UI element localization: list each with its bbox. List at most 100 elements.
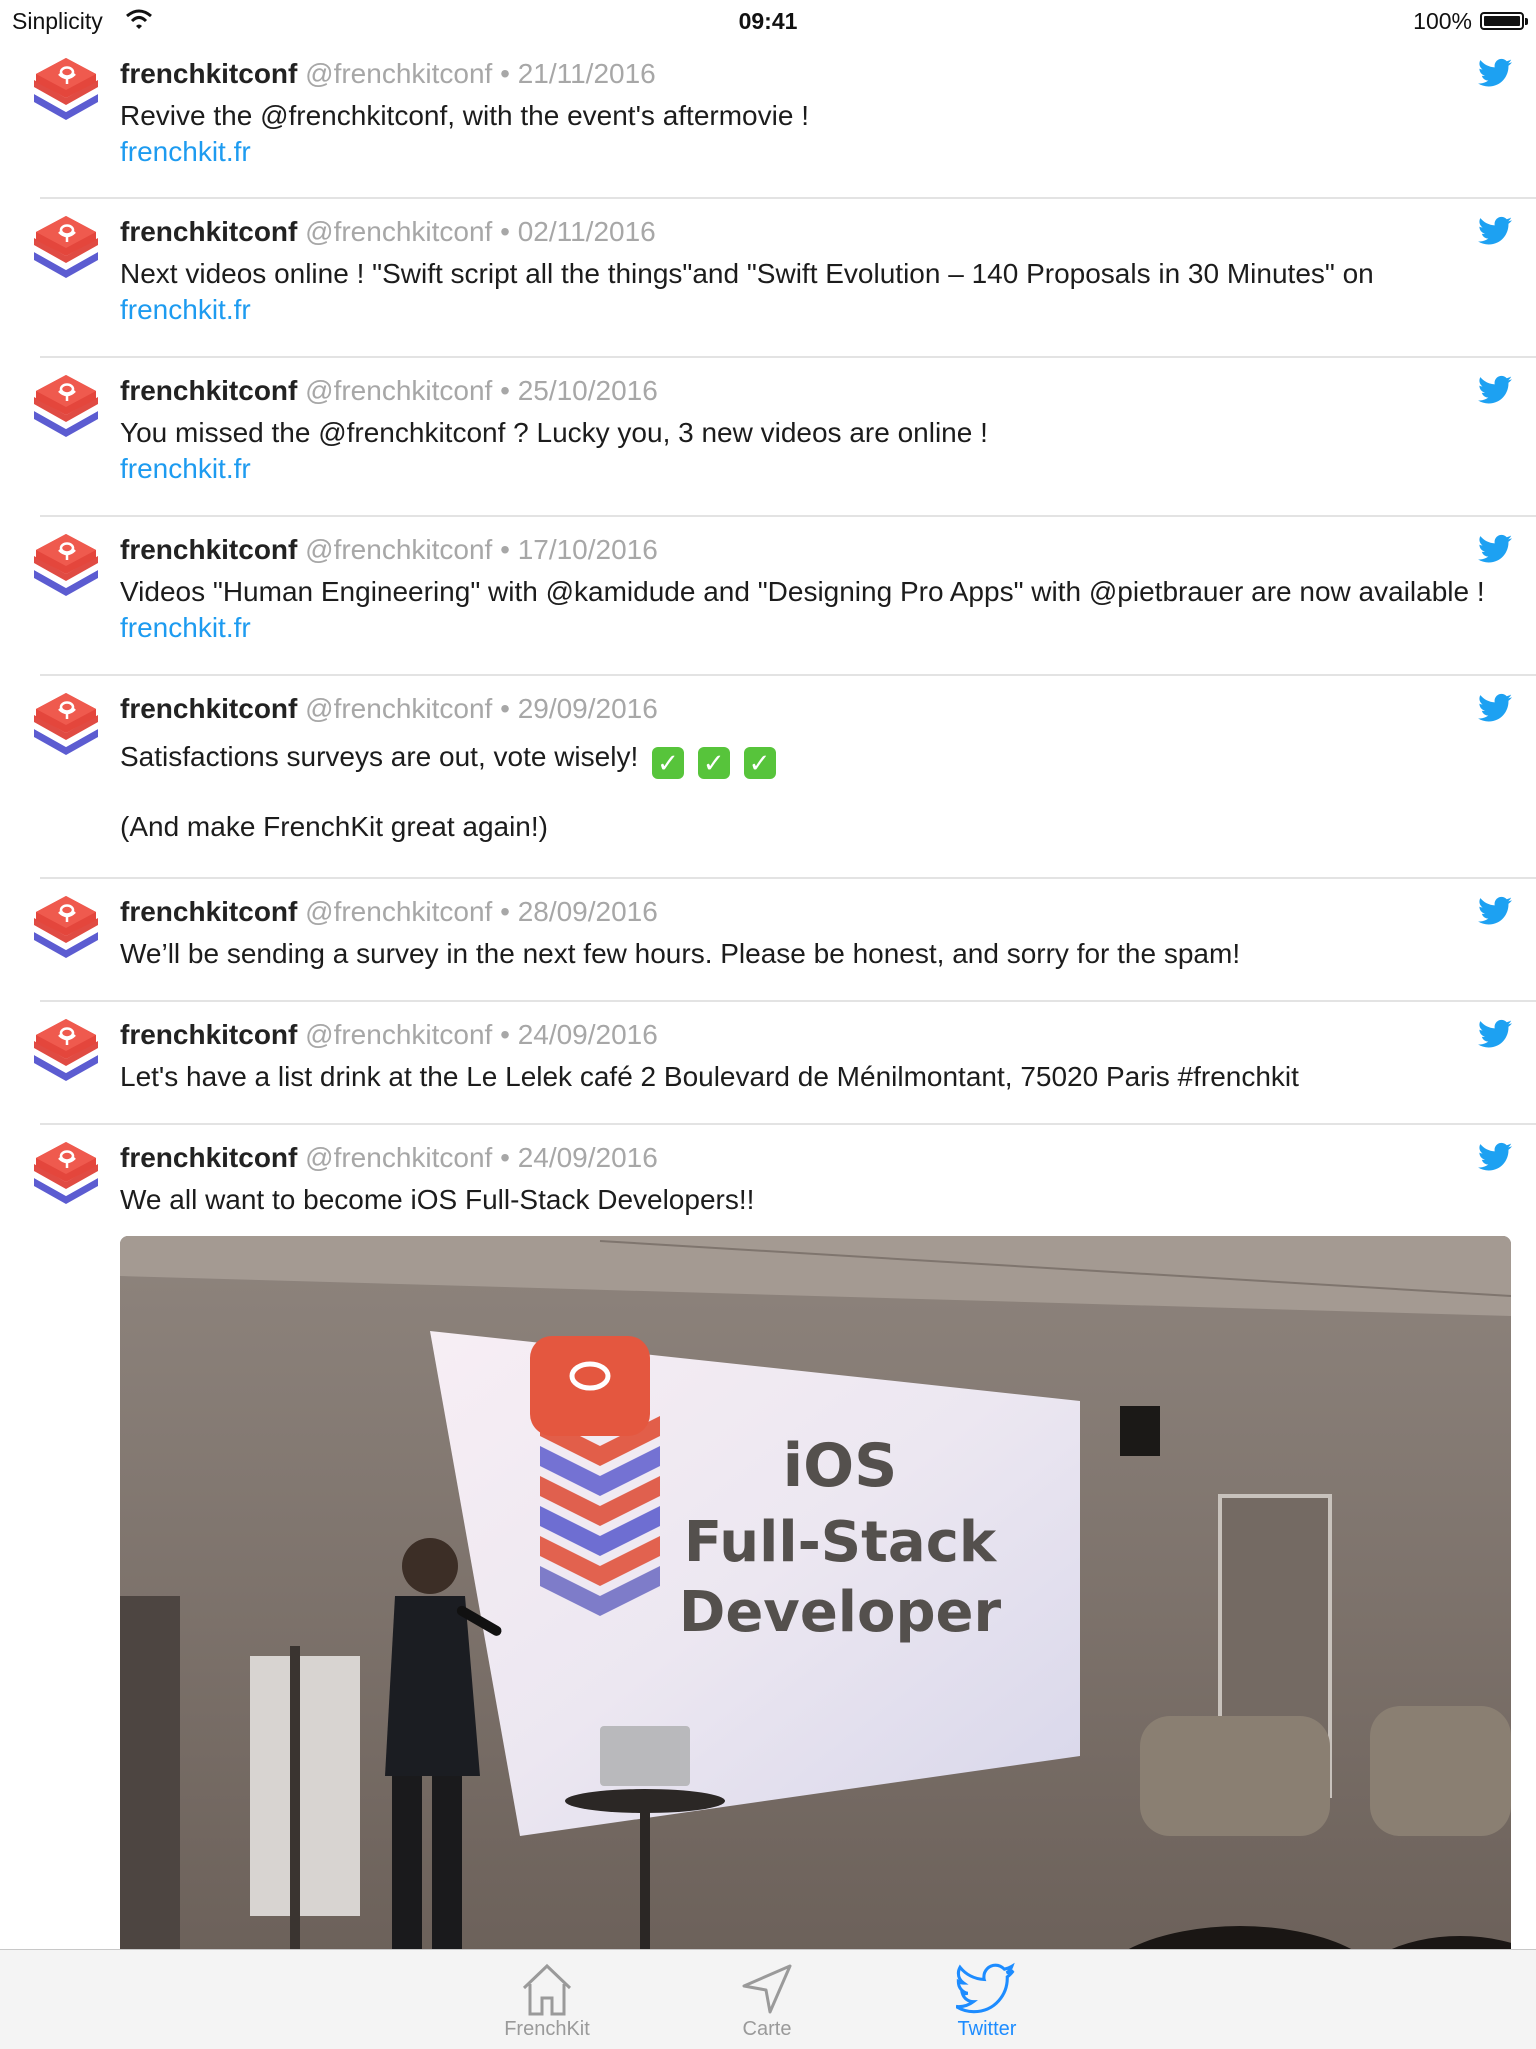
twitter-bird-icon[interactable] bbox=[1478, 693, 1512, 723]
tweet-date: 21/11/2016 bbox=[517, 58, 656, 89]
twitter-bird-icon[interactable] bbox=[1478, 58, 1512, 88]
separator-dot: • bbox=[500, 896, 510, 927]
separator-dot: • bbox=[500, 1019, 510, 1050]
tweet-cell[interactable]: frenchkitconf @frenchkitconf • 17/10/201… bbox=[0, 516, 1536, 676]
tab-bar: FrenchKit Carte Twitter bbox=[0, 1949, 1536, 2049]
author-name: frenchkitconf bbox=[120, 896, 298, 927]
slide-line-3: Developer bbox=[679, 1580, 1002, 1645]
tab-label: FrenchKit bbox=[504, 2018, 590, 2040]
check-mark-icon: ✓ bbox=[743, 747, 776, 779]
twitter-bird-icon[interactable] bbox=[1478, 1019, 1512, 1049]
tweet-text: You missed the @frenchkitconf ? Lucky yo… bbox=[120, 415, 1512, 487]
tweet-text: Let's have a list drink at the Le Lelek … bbox=[120, 1059, 1512, 1095]
tweet-text-second-paragraph: (And make FrenchKit great again!) bbox=[120, 811, 548, 842]
tab-label: Twitter bbox=[957, 2018, 1017, 2040]
tweet-cell[interactable]: frenchkitconf @frenchkitconf • 24/09/201… bbox=[0, 1001, 1536, 1125]
tweet-header: frenchkitconf @frenchkitconf • 02/11/201… bbox=[120, 216, 656, 248]
twitter-bird-icon[interactable] bbox=[1478, 896, 1512, 926]
author-name: frenchkitconf bbox=[120, 693, 298, 724]
author-handle: @frenchkitconf bbox=[305, 693, 493, 724]
author-handle: @frenchkitconf bbox=[305, 1019, 493, 1050]
author-name: frenchkitconf bbox=[120, 534, 298, 565]
separator-dot: • bbox=[500, 693, 510, 724]
tweet-cell[interactable]: frenchkitconf @frenchkitconf • 29/09/201… bbox=[0, 675, 1536, 879]
frenchkit-logo-icon bbox=[30, 1138, 102, 1214]
tweet-body: Satisfactions surveys are out, vote wise… bbox=[120, 741, 639, 772]
tweet-date: 25/10/2016 bbox=[517, 375, 658, 406]
tweet-cell[interactable]: frenchkitconf @frenchkitconf • 25/10/201… bbox=[0, 357, 1536, 517]
check-mark-icon: ✓ bbox=[697, 747, 730, 779]
battery-percentage: 100% bbox=[1413, 8, 1472, 34]
frenchkit-logo-icon bbox=[30, 371, 102, 447]
tweet-body: Revive the @frenchkitconf, with the even… bbox=[120, 100, 809, 131]
twitter-bird-icon[interactable] bbox=[1478, 534, 1512, 564]
separator-dot: • bbox=[500, 375, 510, 406]
author-name: frenchkitconf bbox=[120, 58, 298, 89]
tweet-body: We’ll be sending a survey in the next fe… bbox=[120, 938, 1241, 969]
battery-icon bbox=[1480, 12, 1528, 30]
tweet-cell[interactable]: frenchkitconf @frenchkitconf • 28/09/201… bbox=[0, 878, 1536, 1002]
author-name: frenchkitconf bbox=[120, 1142, 298, 1173]
tweet-date: 29/09/2016 bbox=[517, 693, 658, 724]
author-handle: @frenchkitconf bbox=[305, 375, 493, 406]
separator-dot: • bbox=[500, 216, 510, 247]
tweet-link[interactable]: frenchkit.fr bbox=[120, 453, 251, 484]
tweet-text: Satisfactions surveys are out, vote wise… bbox=[120, 739, 1512, 779]
check-mark-icon: ✓ bbox=[652, 747, 684, 779]
tweet-date: 24/09/2016 bbox=[517, 1019, 658, 1050]
tweet-cell[interactable]: frenchkitconf @frenchkitconf • 21/11/201… bbox=[0, 40, 1536, 199]
tweet-body: Let's have a list drink at the Le Lelek … bbox=[120, 1061, 1299, 1092]
author-handle: @frenchkitconf bbox=[305, 216, 493, 247]
slide-line-2: Full-Stack bbox=[684, 1510, 998, 1575]
tab-label: Carte bbox=[742, 2018, 792, 2040]
tweet-link[interactable]: frenchkit.fr bbox=[120, 294, 251, 325]
tweet-text: Revive the @frenchkitconf, with the even… bbox=[120, 98, 1512, 170]
author-handle: @frenchkitconf bbox=[305, 534, 493, 565]
author-handle: @frenchkitconf bbox=[305, 896, 493, 927]
house-icon bbox=[522, 1963, 572, 2016]
frenchkit-logo-icon bbox=[30, 689, 102, 765]
separator-dot: • bbox=[500, 534, 510, 565]
separator-dot: • bbox=[500, 1142, 510, 1173]
frenchkit-logo-icon bbox=[30, 54, 102, 130]
tweet-body: We all want to become iOS Full-Stack Dev… bbox=[120, 1184, 755, 1215]
author-handle: @frenchkitconf bbox=[305, 1142, 493, 1173]
status-bar: Sinplicity 09:41 100% bbox=[0, 0, 1536, 40]
frenchkit-logo-icon bbox=[30, 892, 102, 968]
author-name: frenchkitconf bbox=[120, 216, 298, 247]
tweet-date: 28/09/2016 bbox=[517, 896, 658, 927]
frenchkit-logo-icon bbox=[30, 530, 102, 606]
tweet-body: Next videos online ! "Swift script all t… bbox=[120, 258, 1374, 289]
tweet-date: 17/10/2016 bbox=[517, 534, 658, 565]
tweet-link[interactable]: frenchkit.fr bbox=[120, 612, 251, 643]
twitter-bird-icon[interactable] bbox=[1478, 1142, 1512, 1172]
tweet-link[interactable]: frenchkit.fr bbox=[120, 136, 251, 167]
tweet-text: Videos "Human Engineering" with @kamidud… bbox=[120, 574, 1512, 646]
tweet-body: Videos "Human Engineering" with @kamidud… bbox=[120, 576, 1485, 607]
tweet-body: You missed the @frenchkitconf ? Lucky yo… bbox=[120, 417, 988, 448]
tab-frenchkit[interactable]: FrenchKit bbox=[467, 1950, 627, 2049]
twitter-bird-icon[interactable] bbox=[1478, 375, 1512, 405]
tab-twitter[interactable]: Twitter bbox=[907, 1950, 1067, 2049]
frenchkit-logo-icon bbox=[30, 1015, 102, 1091]
tweet-date: 02/11/2016 bbox=[517, 216, 656, 247]
tweet-header: frenchkitconf @frenchkitconf • 21/11/201… bbox=[120, 58, 656, 90]
author-handle: @frenchkitconf bbox=[305, 58, 493, 89]
tweet-header: frenchkitconf @frenchkitconf • 29/09/201… bbox=[120, 693, 658, 725]
tweet-header: frenchkitconf @frenchkitconf • 28/09/201… bbox=[120, 896, 658, 928]
tweet-header: frenchkitconf @frenchkitconf • 25/10/201… bbox=[120, 375, 658, 407]
author-name: frenchkitconf bbox=[120, 1019, 298, 1050]
twitter-bird-icon[interactable] bbox=[1478, 216, 1512, 246]
tweet-cell[interactable]: frenchkitconf @frenchkitconf • 02/11/201… bbox=[0, 198, 1536, 358]
twitter-bird-icon bbox=[956, 1962, 1015, 2014]
clock: 09:41 bbox=[738, 8, 798, 34]
frenchkit-logo-icon bbox=[30, 212, 102, 288]
tweet-text: We’ll be sending a survey in the next fe… bbox=[120, 936, 1512, 972]
tweet-header: frenchkitconf @frenchkitconf • 17/10/201… bbox=[120, 534, 658, 566]
tweet-photo[interactable]: iOS Full-Stack Developer bbox=[120, 1236, 1511, 1996]
tweet-date: 24/09/2016 bbox=[517, 1142, 658, 1173]
location-arrow-icon bbox=[742, 1964, 792, 2014]
author-name: frenchkitconf bbox=[120, 375, 298, 406]
tweet-header: frenchkitconf @frenchkitconf • 24/09/201… bbox=[120, 1142, 658, 1174]
tab-carte[interactable]: Carte bbox=[687, 1950, 847, 2049]
